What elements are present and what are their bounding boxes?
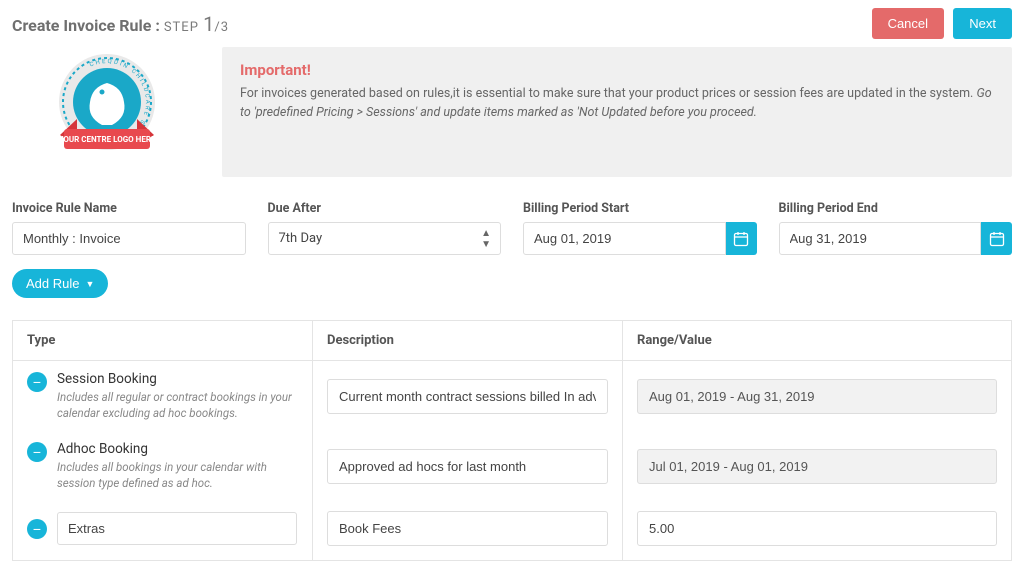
step-total: 3 (221, 20, 229, 35)
fields-row: Invoice Rule Name Due After 7th Day ▲▼ B… (12, 201, 1012, 255)
top-bar: Create Invoice Rule : STEP 1/3 Cancel Ne… (12, 8, 1012, 39)
field-invoice-rule-name: Invoice Rule Name (12, 201, 246, 255)
important-body-plain: For invoices generated based on rules,it… (240, 86, 976, 101)
remove-row-button[interactable]: − (27, 519, 47, 539)
select-due-after-value: 7th Day (279, 231, 323, 246)
th-type: Type (13, 321, 313, 361)
label-invoice-rule-name: Invoice Rule Name (12, 201, 246, 216)
add-rule-button[interactable]: Add Rule ▼ (12, 269, 108, 298)
add-rule-label: Add Rule (26, 276, 79, 291)
field-billing-start: Billing Period Start (523, 201, 757, 255)
table-row: − Session Booking Includes all regular o… (13, 361, 1012, 432)
next-button[interactable]: Next (953, 8, 1012, 39)
type-title: Session Booking (57, 371, 298, 387)
select-due-after[interactable]: 7th Day (268, 222, 502, 255)
important-body: For invoices generated based on rules,it… (240, 85, 994, 123)
svg-text:YOUR CENTRE LOGO HERE: YOUR CENTRE LOGO HERE (59, 135, 156, 144)
input-range (637, 449, 997, 484)
th-description: Description (313, 321, 623, 361)
input-range (637, 379, 997, 414)
minus-icon: − (33, 445, 41, 459)
field-due-after: Due After 7th Day ▲▼ (268, 201, 502, 255)
minus-icon: − (33, 375, 41, 389)
rules-table: Type Description Range/Value − Session B… (12, 320, 1012, 561)
top-actions: Cancel Next (866, 8, 1012, 39)
input-invoice-rule-name[interactable] (12, 222, 246, 255)
label-billing-end: Billing Period End (779, 201, 1013, 216)
hero-row: CHEQDIN CHILDCARE SOFTWARE YOUR CENTRE L… (12, 47, 1012, 177)
chevron-updown-icon: ▲▼ (481, 228, 491, 250)
centre-logo: CHEQDIN CHILDCARE SOFTWARE YOUR CENTRE L… (12, 47, 202, 177)
input-billing-end[interactable] (779, 222, 982, 255)
type-subtitle: Includes all bookings in your calendar w… (57, 459, 298, 491)
important-heading: Important! (240, 61, 994, 79)
billing-start-calendar-button[interactable] (726, 222, 757, 255)
input-range[interactable] (637, 511, 997, 546)
calendar-icon (733, 231, 749, 247)
table-row: − Adhoc Booking Includes all bookings in… (13, 431, 1012, 501)
field-billing-end: Billing Period End (779, 201, 1013, 255)
page-title: Create Invoice Rule : STEP 1/3 (12, 12, 229, 36)
logo-badge-icon: CHEQDIN CHILDCARE SOFTWARE YOUR CENTRE L… (32, 47, 182, 177)
chevron-down-icon: ▼ (85, 279, 94, 289)
label-billing-start: Billing Period Start (523, 201, 757, 216)
input-description[interactable] (327, 449, 608, 484)
input-billing-start[interactable] (523, 222, 726, 255)
type-subtitle: Includes all regular or contract booking… (57, 389, 298, 421)
input-description[interactable] (327, 511, 608, 546)
remove-row-button[interactable]: − (27, 372, 47, 392)
title-prefix: Create Invoice Rule : (12, 16, 160, 35)
input-type[interactable] (57, 512, 297, 545)
input-description[interactable] (327, 379, 608, 414)
table-row: − (13, 501, 1012, 561)
billing-end-calendar-button[interactable] (981, 222, 1012, 255)
step-label: STEP (164, 20, 203, 35)
type-title: Adhoc Booking (57, 441, 298, 457)
th-range: Range/Value (623, 321, 1012, 361)
cancel-button[interactable]: Cancel (872, 8, 944, 39)
minus-icon: − (33, 522, 41, 536)
important-box: Important! For invoices generated based … (222, 47, 1012, 177)
label-due-after: Due After (268, 201, 502, 216)
remove-row-button[interactable]: − (27, 442, 47, 462)
calendar-icon (989, 231, 1005, 247)
step-current: 1 (203, 12, 214, 36)
